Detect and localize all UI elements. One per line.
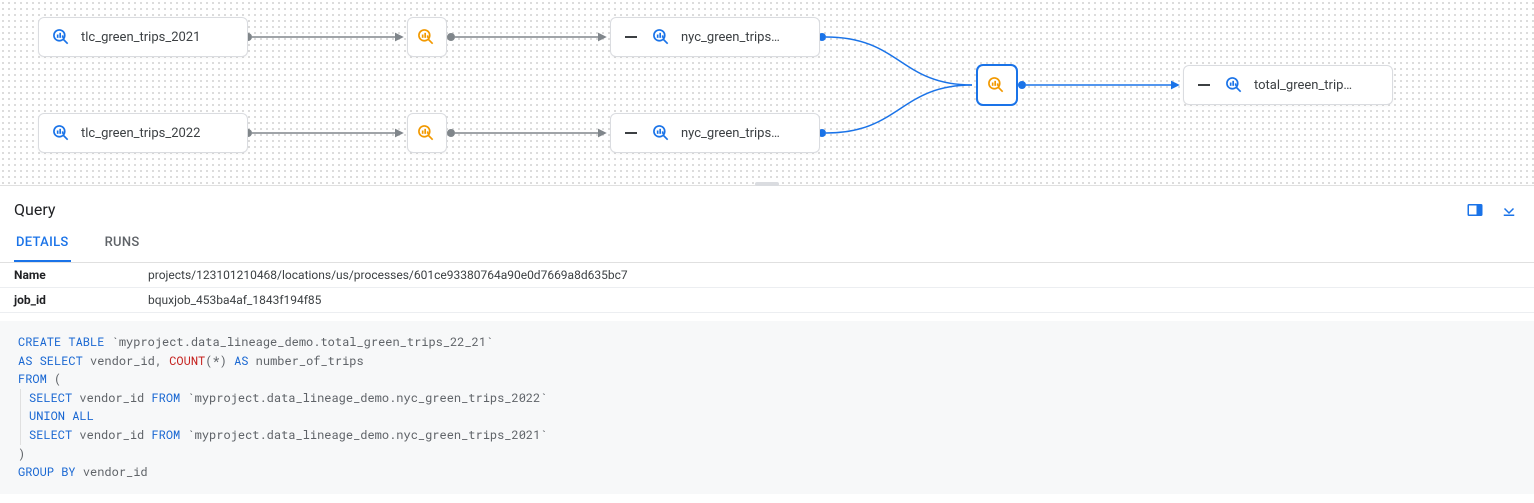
collapse-icon[interactable] [623,125,639,141]
panel-header: Query [0,186,1534,225]
tab-details[interactable]: DETAILS [14,225,71,262]
tab-runs[interactable]: RUNS [103,225,142,262]
detail-key-jobid: job_id [0,288,140,312]
node-label: tlc_green_trips_2021 [81,30,200,45]
node-tlc-green-trips-2021[interactable]: tlc_green_trips_2021 [38,17,248,57]
node-label: nyc_green_trips… [681,30,780,45]
details-table: Name projects/123101210468/locations/us/… [0,263,1534,313]
collapse-panel-icon[interactable] [1500,201,1518,219]
side-panel-icon[interactable] [1466,201,1484,219]
node-process-1[interactable] [407,17,447,57]
process-icon [416,27,436,47]
details-panel: Query DETAILS RUNS Name projects/1231012… [0,185,1534,494]
process-icon [416,123,436,143]
node-label: total_green_trip… [1254,78,1352,93]
bigquery-icon [51,123,71,143]
node-tlc-green-trips-2022[interactable]: tlc_green_trips_2022 [38,113,248,153]
process-icon [986,75,1006,95]
node-label: tlc_green_trips_2022 [81,126,200,141]
node-nyc-green-trips-2021[interactable]: nyc_green_trips… [610,17,820,57]
panel-tabs: DETAILS RUNS [0,225,1534,263]
panel-title: Query [14,200,55,219]
node-total-green-trips[interactable]: total_green_trip… [1183,65,1393,105]
node-process-selected[interactable] [977,65,1017,105]
collapse-icon[interactable] [623,29,639,45]
bigquery-icon [651,123,671,143]
bigquery-icon [51,27,71,47]
sql-code-block: CREATE TABLE `myproject.data_lineage_dem… [0,321,1534,494]
panel-resize-grip[interactable] [755,182,779,186]
bigquery-icon [651,27,671,47]
collapse-icon[interactable] [1196,77,1212,93]
bigquery-icon [1224,75,1244,95]
table-row: Name projects/123101210468/locations/us/… [0,263,1534,288]
node-nyc-green-trips-2022[interactable]: nyc_green_trips… [610,113,820,153]
node-label: nyc_green_trips… [681,126,780,141]
node-process-2[interactable] [407,113,447,153]
detail-val-jobid: bquxjob_453ba4af_1843f194f85 [140,288,1534,312]
detail-key-name: Name [0,263,140,287]
lineage-graph-canvas[interactable]: tlc_green_trips_2021 tlc_green_trips_202… [0,0,1534,185]
table-row: job_id bquxjob_453ba4af_1843f194f85 [0,288,1534,313]
detail-val-name: projects/123101210468/locations/us/proce… [140,263,1534,287]
